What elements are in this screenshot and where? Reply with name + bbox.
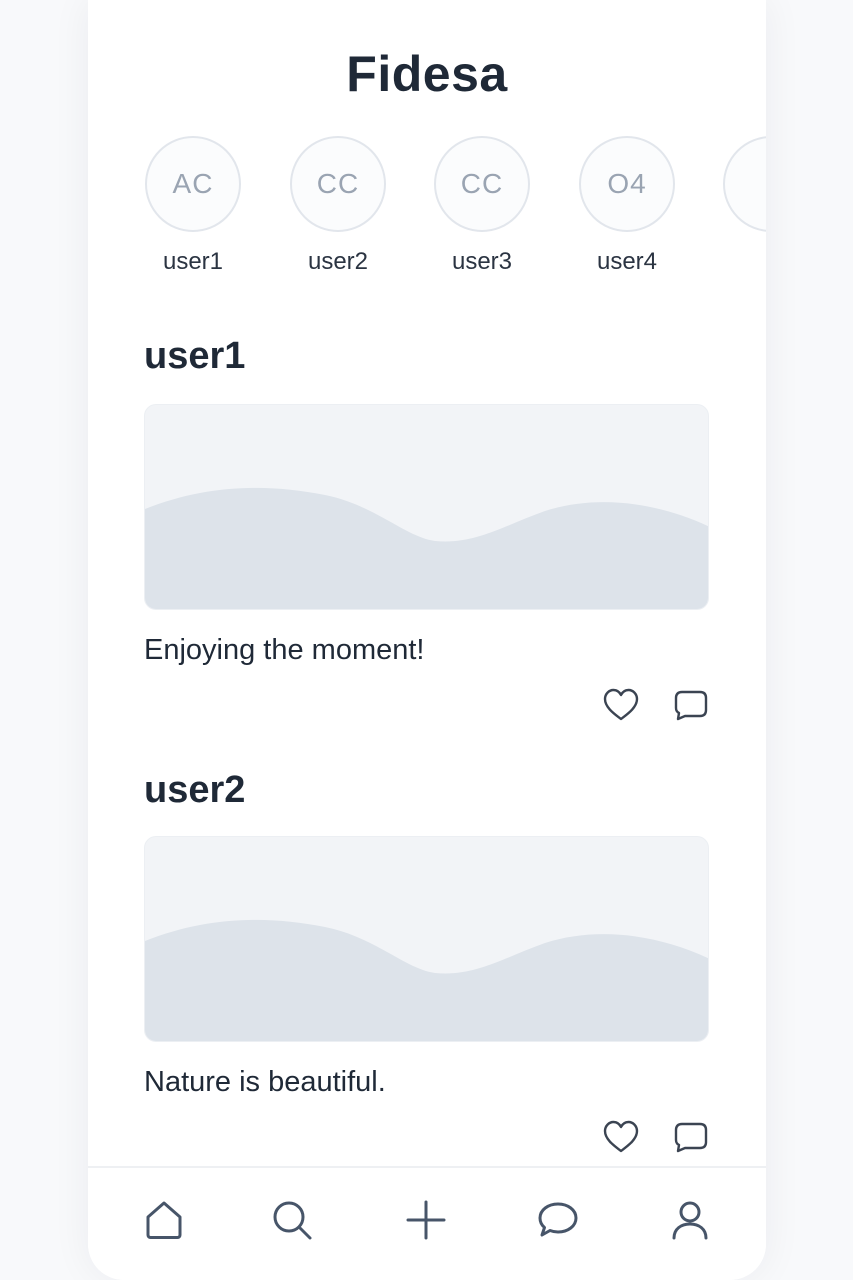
landscape-placeholder-icon	[145, 487, 708, 609]
comment-button[interactable]	[672, 1118, 710, 1156]
nav-home-button[interactable]	[140, 1196, 188, 1244]
story-username: user2	[307, 248, 369, 275]
post-actions	[602, 1118, 710, 1156]
like-button[interactable]	[602, 1118, 640, 1156]
search-icon	[273, 1201, 312, 1240]
comment-icon	[674, 690, 708, 721]
app-title: Fidesa	[346, 46, 508, 102]
story-avatar[interactable]: CC	[290, 136, 386, 232]
post-username[interactable]: user1	[144, 334, 710, 378]
story-item[interactable]: O4 user4	[577, 136, 677, 276]
nav-messages-button[interactable]	[534, 1196, 582, 1244]
comment-button[interactable]	[672, 686, 710, 724]
feed-post: user2 Nature is beautiful.	[144, 768, 710, 1168]
feed-post: user1 Enjoying the moment!	[144, 334, 710, 734]
story-username: user3	[451, 248, 513, 275]
post-image[interactable]	[144, 404, 709, 610]
nav-search-button[interactable]	[268, 1196, 316, 1244]
post-caption: Nature is beautiful.	[144, 1066, 386, 1098]
story-avatar[interactable]: O4	[579, 136, 675, 232]
story-item[interactable]: AC user1	[143, 136, 243, 276]
profile-icon	[672, 1201, 708, 1240]
story-avatar[interactable]: CC	[434, 136, 530, 232]
stories-row[interactable]: AC user1 CC user2 CC user3 O4 user4	[88, 136, 766, 296]
story-item[interactable]	[721, 136, 766, 248]
plus-icon	[406, 1200, 446, 1240]
story-avatar[interactable]	[723, 136, 766, 232]
like-button[interactable]	[602, 686, 640, 724]
post-image[interactable]	[144, 836, 709, 1042]
story-item[interactable]: CC user3	[432, 136, 532, 276]
heart-icon	[603, 1120, 639, 1153]
bottom-navigation	[88, 1166, 766, 1280]
heart-icon	[603, 688, 639, 721]
story-username: user1	[162, 248, 224, 275]
post-actions	[602, 686, 710, 724]
story-username: user4	[596, 248, 658, 275]
chat-icon	[538, 1202, 578, 1237]
story-item[interactable]: CC user2	[288, 136, 388, 276]
story-avatar[interactable]: AC	[145, 136, 241, 232]
home-icon	[146, 1201, 182, 1239]
post-caption: Enjoying the moment!	[144, 634, 425, 666]
app-screen: Fidesa AC user1 CC user2 CC user3 O4 use…	[88, 0, 766, 1280]
nav-profile-button[interactable]	[666, 1196, 714, 1244]
comment-icon	[674, 1122, 708, 1153]
nav-create-button[interactable]	[402, 1196, 450, 1244]
landscape-placeholder-icon	[145, 919, 708, 1041]
post-username[interactable]: user2	[144, 768, 710, 812]
